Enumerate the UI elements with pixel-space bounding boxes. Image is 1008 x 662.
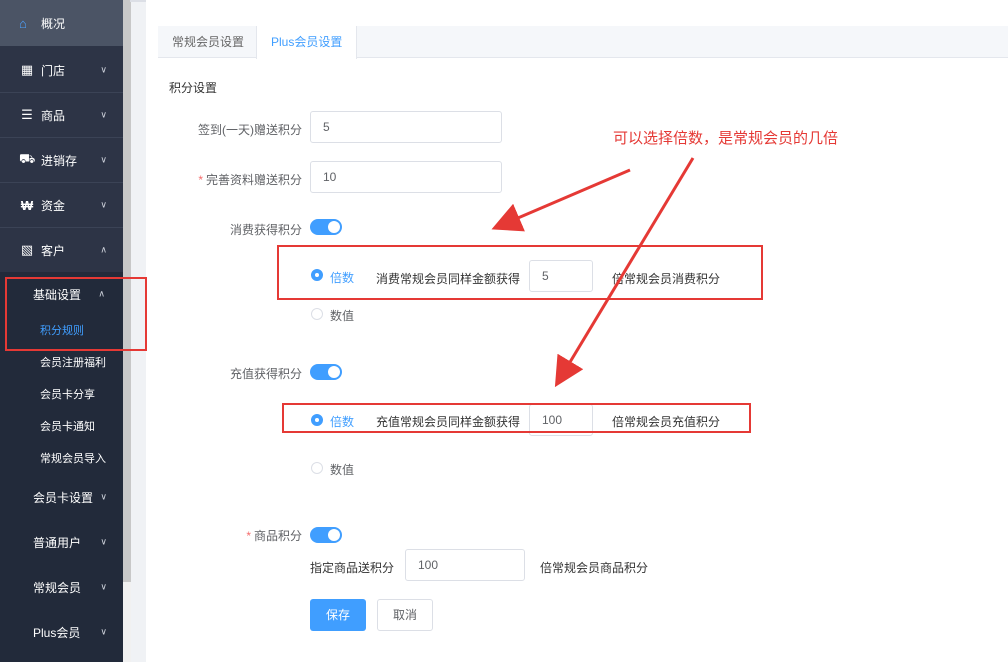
sidebar-subitem-member-import[interactable]: 常规会员导入 xyxy=(0,442,123,474)
annotation-box-consume xyxy=(277,245,763,300)
id-card-icon: ▧ xyxy=(20,242,34,257)
sidebar-item-funds[interactable]: ₩ 资金 ∨ xyxy=(0,183,123,227)
tab-regular-member-settings[interactable]: 常规会员设置 xyxy=(158,26,258,58)
chevron-down-icon: ∨ xyxy=(100,109,107,120)
chevron-down-icon: ∨ xyxy=(100,154,107,165)
chevron-down-icon: ∨ xyxy=(100,536,107,547)
sidebar-item-label: 概况 xyxy=(41,16,66,31)
recharge-points-switch[interactable] xyxy=(310,364,342,380)
consume-value-label[interactable]: 数值 xyxy=(330,307,354,324)
annotation-box-recharge xyxy=(282,403,751,433)
goods-desc: 指定商品送积分 xyxy=(310,561,395,575)
home-icon: ⌂ xyxy=(19,15,27,31)
sidebar-group-regular-members[interactable]: 常规会员 ∨ xyxy=(0,565,123,609)
goods-multiple-input[interactable]: 100 xyxy=(405,549,525,581)
recharge-value-radio[interactable] xyxy=(311,462,323,474)
required-mark: * xyxy=(246,529,251,543)
annotation-box-sidebar xyxy=(5,277,147,351)
consume-points-switch[interactable] xyxy=(310,219,342,235)
chevron-down-icon: ∨ xyxy=(100,581,107,592)
sidebar-item-label: 商品 xyxy=(41,108,66,123)
store-icon: ▦ xyxy=(20,62,34,77)
sidebar-item-store[interactable]: ▦ 门店 ∨ xyxy=(0,48,123,92)
sidebar-item-overview[interactable]: ⌂ 概况 xyxy=(0,0,123,46)
save-button[interactable]: 保存 xyxy=(310,599,366,631)
goods-points-switch[interactable] xyxy=(310,527,342,543)
main-panel: 常规会员设置 Plus会员设置 积分设置 签到(一天)赠送积分 5 * 完善资料赠… xyxy=(146,0,1008,662)
cancel-button[interactable]: 取消 xyxy=(377,599,433,631)
sidebar-group-plus-members[interactable]: Plus会员 ∨ xyxy=(0,610,123,654)
sidebar-item-customer[interactable]: ▧ 客户 ∧ xyxy=(0,228,123,272)
sidebar-item-inventory[interactable]: ⛟ 进销存 ∨ xyxy=(0,138,123,182)
sidebar-item-label: 客户 xyxy=(41,243,66,258)
signin-points-input[interactable]: 5 xyxy=(310,111,502,143)
sidebar-item-label: 进销存 xyxy=(41,153,78,168)
goods-suffix: 倍常规会员商品积分 xyxy=(540,561,649,575)
chevron-down-icon: ∨ xyxy=(100,491,107,502)
recharge-label: 充值获得积分 xyxy=(229,367,302,381)
required-mark: * xyxy=(198,173,203,187)
annotation-text: 可以选择倍数，是常规会员的几倍 xyxy=(613,130,839,147)
tab-plus-member-settings[interactable]: Plus会员设置 xyxy=(256,26,358,59)
sidebar-item-label: 门店 xyxy=(41,63,66,78)
goods-label: * 商品积分 xyxy=(246,529,302,543)
signin-label: 签到(一天)赠送积分 xyxy=(198,123,302,137)
sidebar-group-card-settings[interactable]: 会员卡设置 ∨ xyxy=(0,475,123,519)
truck-icon: ⛟ xyxy=(19,151,36,166)
chevron-down-icon: ∨ xyxy=(100,64,107,75)
section-title: 积分设置 xyxy=(169,81,218,95)
sidebar-item-goods[interactable]: ☰ 商品 ∨ xyxy=(0,93,123,137)
sidebar-subitem-card-notify[interactable]: 会员卡通知 xyxy=(0,410,123,442)
won-icon: ₩ xyxy=(20,197,34,213)
chevron-down-icon: ∨ xyxy=(100,199,107,210)
profile-points-input[interactable]: 10 xyxy=(310,161,502,193)
sidebar-subitem-card-share[interactable]: 会员卡分享 xyxy=(0,378,123,410)
profile-label: * 完善资料赠送积分 xyxy=(198,173,302,187)
chevron-up-icon: ∧ xyxy=(100,244,107,255)
tab-bar: 常规会员设置 Plus会员设置 xyxy=(158,26,1008,59)
consume-value-radio[interactable] xyxy=(311,308,323,320)
sidebar-group-normal-users[interactable]: 普通用户 ∨ xyxy=(0,520,123,564)
sidebar-item-label: 资金 xyxy=(41,198,66,213)
list-icon: ☰ xyxy=(21,107,33,122)
consume-label: 消费获得积分 xyxy=(229,223,302,237)
recharge-value-label[interactable]: 数值 xyxy=(330,461,354,478)
chevron-down-icon: ∨ xyxy=(100,626,107,637)
